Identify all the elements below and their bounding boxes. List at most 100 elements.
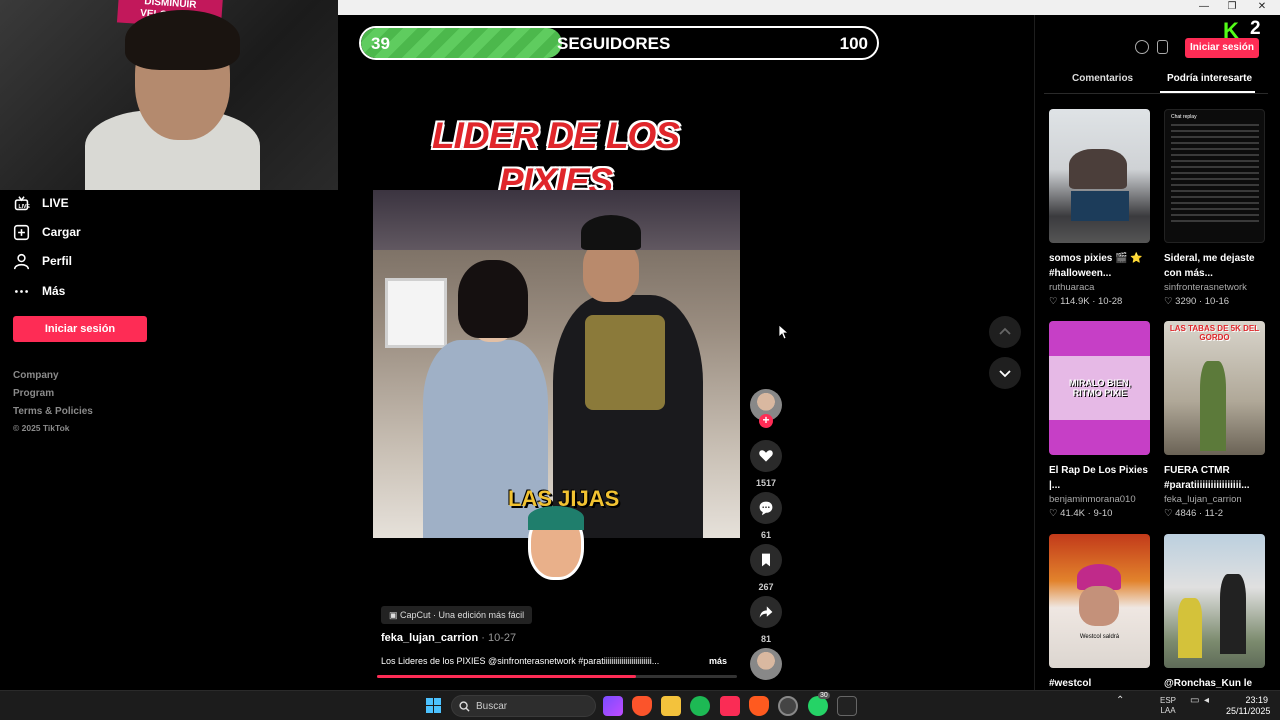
comment-button[interactable] xyxy=(750,492,782,524)
card-user[interactable]: sinfronterasnetwork xyxy=(1164,282,1265,293)
suggested-video-card[interactable]: @Ronchas_Kun le xyxy=(1164,534,1265,706)
description-more-button[interactable]: más xyxy=(709,656,727,666)
share-icon xyxy=(759,606,773,618)
card-meta: ♡ 4846 · 11-2 xyxy=(1164,508,1224,519)
more-icon xyxy=(15,289,28,293)
suggested-video-card[interactable]: LAS TABAS DE 5K DEL GORDO FUERA CTMR #pa… xyxy=(1164,321,1265,519)
share-action[interactable]: 81 xyxy=(750,596,782,644)
thumb-text: Chat replay xyxy=(1171,114,1197,120)
obs-app-icon[interactable] xyxy=(778,696,798,716)
taskbar-clock[interactable]: 23:19 25/11/2025 xyxy=(1226,695,1270,717)
sidebar-login-button[interactable]: Iniciar sesión xyxy=(13,316,147,342)
save-button[interactable] xyxy=(750,544,782,576)
thumb-text: MIRALO BIEN, RITMO PIXIE xyxy=(1069,378,1131,398)
footer-link-company[interactable]: Company xyxy=(13,370,59,381)
spotify-app-icon[interactable] xyxy=(690,696,710,716)
epic-games-app-icon[interactable] xyxy=(837,696,857,716)
close-button[interactable]: ✕ xyxy=(1248,0,1276,15)
follow-plus-button[interactable]: + xyxy=(759,414,773,428)
tab-divider xyxy=(1044,93,1268,94)
tab-active-indicator xyxy=(1160,91,1255,93)
sidebar-item-label: Cargar xyxy=(42,225,81,239)
whatsapp-app-icon[interactable] xyxy=(808,696,828,716)
save-count: 267 xyxy=(758,582,774,592)
video-thumbnail[interactable] xyxy=(1164,534,1265,668)
previous-video-button[interactable] xyxy=(989,316,1021,348)
suggested-video-card[interactable]: somos pixies 🎬 ⭐ #halloween... ruthuarac… xyxy=(1049,109,1150,307)
card-meta: ♡ 3290 · 10-16 xyxy=(1164,296,1230,307)
follower-goal-bar: 39 SEGUIDORES 100 xyxy=(359,26,879,60)
video-seekbar-fill xyxy=(377,675,637,678)
card-user[interactable]: benjaminmorana010 xyxy=(1049,494,1150,505)
search-icon xyxy=(459,701,470,712)
video-thumbnail[interactable] xyxy=(1049,109,1150,243)
mouse-cursor-icon xyxy=(779,325,789,340)
window-titlebar: — ❐ ✕ xyxy=(338,0,1280,15)
like-action[interactable]: 1517 xyxy=(750,440,782,488)
tab-suggestions[interactable]: Podría interesarte xyxy=(1167,73,1252,84)
save-action[interactable]: 267 xyxy=(750,544,782,592)
video-author[interactable]: feka_lujan_carrion · 10-27 xyxy=(381,632,516,644)
suggested-video-card[interactable]: Westcol saldrá #westcol xyxy=(1049,534,1150,706)
tab-comments[interactable]: Comentarios xyxy=(1072,73,1133,84)
capcut-badge[interactable]: ▣ CapCut · Una edición más fácil xyxy=(381,606,533,624)
browser-app-icon[interactable] xyxy=(749,696,769,716)
card-title: FUERA CTMR #paratiiiiiiiiiiiiiiiii... xyxy=(1164,465,1250,491)
sidebar-item-upload[interactable]: Cargar xyxy=(13,221,81,243)
sidebar-item-live[interactable]: LIVE LIVE xyxy=(13,192,69,214)
volume-icon[interactable]: ◂ xyxy=(1204,696,1209,706)
card-user[interactable]: feka_lujan_carrion xyxy=(1164,494,1265,505)
minimize-button[interactable]: — xyxy=(1190,0,1218,15)
webcam-overlay: DISMINUIR VELOCIDAD xyxy=(0,0,338,190)
card-date: 11-2 xyxy=(1204,508,1224,519)
bookmark-icon xyxy=(762,553,770,567)
share-button[interactable] xyxy=(750,596,782,628)
follower-label: SEGUIDORES xyxy=(557,34,671,53)
card-user[interactable]: ruthuaraca xyxy=(1049,282,1150,293)
card-meta: ♡ 114.9K · 10-28 xyxy=(1049,296,1123,307)
sidebar-item-profile[interactable]: Perfil xyxy=(13,250,72,272)
live-icon: LIVE xyxy=(14,195,30,210)
card-likes: 3290 xyxy=(1175,296,1197,307)
card-meta: ♡ 41.4K · 9-10 xyxy=(1049,508,1113,519)
follower-goal-fill xyxy=(361,28,563,58)
author-name[interactable]: feka_lujan_carrion xyxy=(381,632,478,644)
music-app-icon[interactable] xyxy=(720,696,740,716)
copilot-app-icon[interactable] xyxy=(603,696,623,716)
taskbar-search-input[interactable]: Buscar xyxy=(451,695,596,717)
video-seekbar[interactable] xyxy=(377,675,737,678)
sidebar-item-more[interactable]: Más xyxy=(13,280,65,302)
video-thumbnail[interactable]: Westcol saldrá xyxy=(1049,534,1150,668)
upload-icon xyxy=(13,224,30,240)
suggested-video-card[interactable]: Chat replay Sideral, me dejaste con más.… xyxy=(1164,109,1265,307)
video-thumbnail[interactable]: LAS TABAS DE 5K DEL GORDO xyxy=(1164,321,1265,455)
sound-avatar[interactable] xyxy=(750,648,782,680)
network-icon[interactable]: ▭ xyxy=(1190,696,1199,706)
card-likes: 114.9K xyxy=(1060,296,1090,307)
comment-count: 61 xyxy=(760,530,771,540)
footer-copyright: © 2025 TikTok xyxy=(13,423,70,433)
next-video-button[interactable] xyxy=(989,357,1021,389)
compass-icon[interactable] xyxy=(1135,40,1149,54)
footer-link-program[interactable]: Program xyxy=(13,388,54,399)
comment-icon xyxy=(759,501,773,516)
video-thumbnail[interactable]: Chat replay xyxy=(1164,109,1265,243)
header-login-button[interactable]: Iniciar sesión xyxy=(1185,38,1259,58)
card-date: 10-16 xyxy=(1204,296,1230,307)
language-indicator[interactable]: ESP LAA xyxy=(1160,696,1176,716)
kick-viewer-count: 2 xyxy=(1250,18,1261,39)
tray-expand-icon[interactable]: ⌃ xyxy=(1116,696,1124,706)
file-explorer-app-icon[interactable] xyxy=(661,696,681,716)
brave-app-icon[interactable] xyxy=(632,696,652,716)
like-button[interactable] xyxy=(750,440,782,472)
maximize-button[interactable]: ❐ xyxy=(1218,0,1246,15)
suggested-video-card[interactable]: MIRALO BIEN, RITMO PIXIE El Rap De Los P… xyxy=(1049,321,1150,519)
card-title: somos pixies 🎬 ⭐ #halloween... xyxy=(1049,253,1143,279)
windows-start-icon[interactable] xyxy=(426,698,441,713)
comment-action[interactable]: 61 xyxy=(750,492,782,540)
footer-link-terms[interactable]: Terms & Policies xyxy=(13,406,93,417)
video-thumbnail[interactable]: MIRALO BIEN, RITMO PIXIE xyxy=(1049,321,1150,455)
share-count: 81 xyxy=(760,634,771,644)
screen: — ❐ ✕ DISMINUIR VELOCIDAD LIVE LIVE Carg… xyxy=(0,0,1280,720)
phone-icon[interactable] xyxy=(1157,40,1168,54)
